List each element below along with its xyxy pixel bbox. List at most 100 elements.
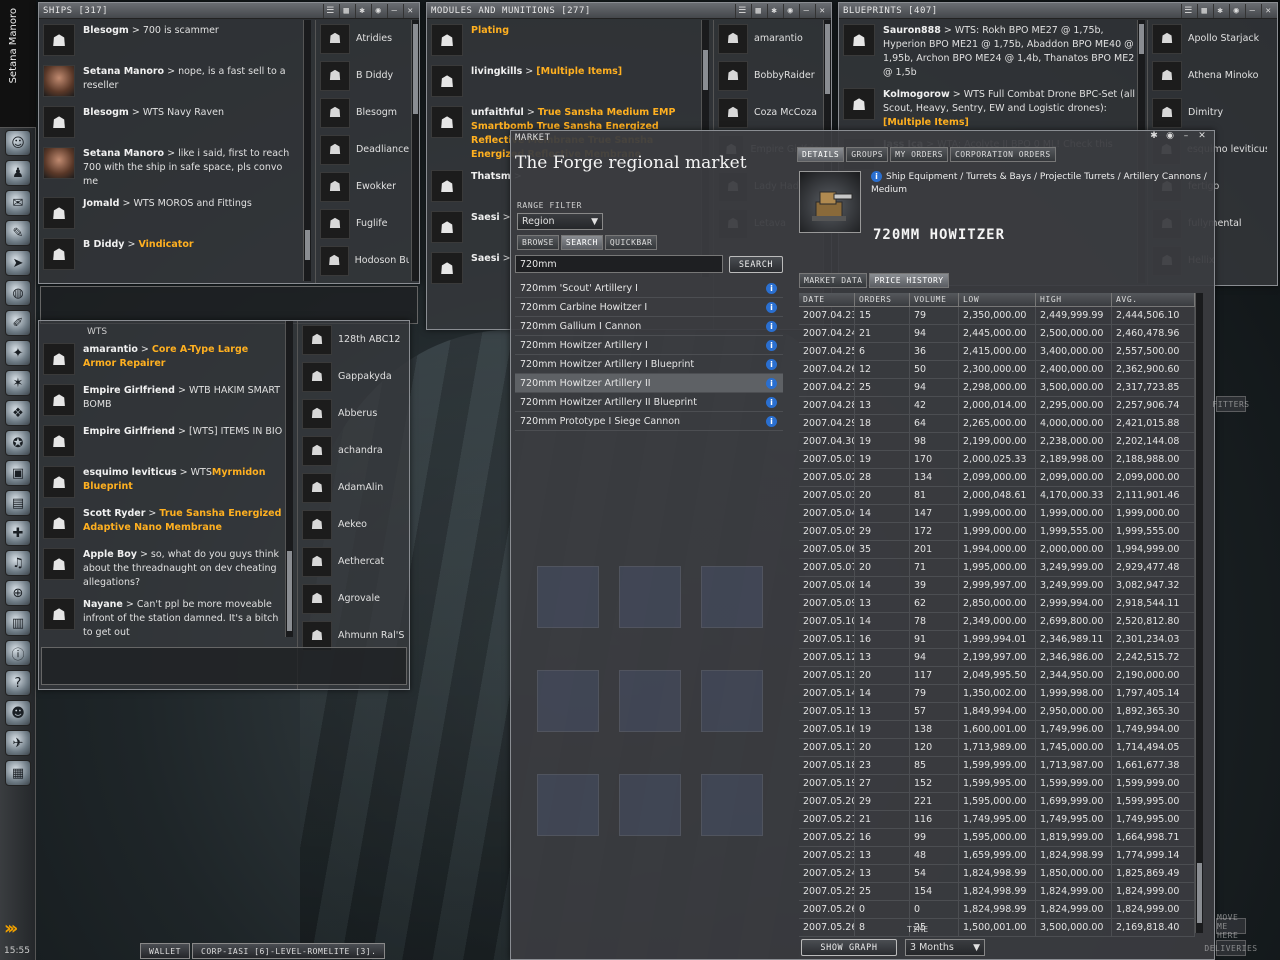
close-icon[interactable]: ✕ — [1261, 3, 1275, 18]
avatar[interactable] — [43, 65, 75, 97]
member-item[interactable]: ☗ 128th ABC12 — [298, 321, 407, 358]
member-item[interactable]: ☗ Ewokker — [316, 168, 409, 205]
character-sheet-icon[interactable]: ☺ — [5, 130, 31, 156]
message-author[interactable]: Blesogm — [83, 107, 129, 118]
tab-browse[interactable]: BROWSE — [517, 235, 559, 250]
avatar[interactable]: ☗ — [431, 252, 463, 284]
tab-search[interactable]: SEARCH — [560, 235, 603, 250]
minimize-icon[interactable]: – — [387, 3, 401, 18]
table-row[interactable]: 2007.04.30 19 98 2,199,000.00 2,238,000.00 2,… — [799, 433, 1195, 451]
search-result-item[interactable]: 720mm Carbine Howitzer I i — [515, 298, 783, 317]
member-item[interactable]: ☗ Dimitry — [1148, 94, 1267, 131]
tab-details[interactable]: DETAILS — [797, 147, 845, 162]
tab-market-data[interactable]: MARKET DATA — [799, 273, 868, 288]
market-search-button[interactable]: SEARCH — [729, 256, 783, 273]
table-row[interactable]: 2007.05.20 29 221 1,595,000.00 1,699,999.00 1… — [799, 793, 1195, 811]
table-row[interactable]: 2007.05.17 20 120 1,713,989.00 1,745,000.00 1… — [799, 739, 1195, 757]
search-result-item[interactable]: 720mm Howitzer Artillery I i — [515, 336, 783, 355]
table-row[interactable]: 2007.04.24 21 94 2,445,000.00 2,500,000.00 2,… — [799, 325, 1195, 343]
market-icon[interactable]: ⊕ — [5, 580, 31, 606]
map-icon[interactable]: ◍ — [5, 280, 31, 306]
table-row[interactable]: 2007.05.09 13 62 2,850,000.00 2,999,994.00 2,… — [799, 595, 1195, 613]
ships-titlebar[interactable]: SHIPS [317] ☰ ▦ ✱ ◉ – ✕ — [39, 3, 419, 19]
avatar[interactable]: ☗ — [431, 211, 463, 243]
price-history-scrollbar[interactable] — [1195, 293, 1203, 933]
wallet-icon[interactable]: ▥ — [5, 610, 31, 636]
fitters-button[interactable]: FITTERS — [1212, 396, 1249, 412]
info-icon[interactable]: i — [766, 396, 777, 408]
avatar[interactable]: ☗ — [43, 466, 75, 498]
table-row[interactable]: 2007.05.13 20 117 2,049,995.50 2,344,950.00 2… — [799, 667, 1195, 685]
table-row[interactable]: 2007.05.14 14 79 1,350,002.00 1,999,998.00 1,… — [799, 685, 1195, 703]
list-icon[interactable]: ☰ — [735, 3, 749, 18]
column-header-avg[interactable]: AVG. — [1112, 293, 1195, 307]
people-icon[interactable]: ♟ — [5, 160, 31, 186]
avatar[interactable]: ☗ — [43, 24, 75, 56]
table-row[interactable]: 2007.05.06 35 201 1,994,000.00 2,000,000.00 1… — [799, 541, 1195, 559]
table-row[interactable]: 2007.05.08 14 39 2,999,997.00 3,249,999.00 3,… — [799, 577, 1195, 595]
message-author[interactable]: unfaithful — [471, 107, 524, 118]
avatar[interactable]: ☗ — [43, 384, 75, 416]
show-graph-button[interactable]: SHOW GRAPH — [801, 939, 897, 956]
journal-icon[interactable]: ✐ — [5, 310, 31, 336]
member-item[interactable]: ☗ Fuglife — [316, 205, 409, 242]
avatar[interactable]: ☗ — [43, 343, 75, 375]
table-row[interactable]: 2007.05.11 16 91 1,999,994.01 2,346,989.11 2,… — [799, 631, 1195, 649]
search-result-item[interactable]: 720mm Howitzer Artillery II i — [515, 374, 783, 393]
column-header-high[interactable]: HIGH — [1036, 293, 1112, 307]
message-author[interactable]: Sauron888 — [883, 25, 941, 36]
message-author[interactable]: Setana Manoro — [83, 66, 164, 77]
skills-icon[interactable]: ❖ — [5, 400, 31, 426]
settings-icon[interactable]: ◉ — [1162, 131, 1178, 145]
table-row[interactable]: 2007.05.25 25 154 1,824,998.99 1,824,999.00 1… — [799, 883, 1195, 901]
message-author[interactable]: Nayane — [83, 599, 123, 610]
pin-icon[interactable]: ✱ — [355, 3, 369, 18]
search-result-item[interactable]: 720mm 'Scout' Artillery I i — [515, 279, 783, 298]
member-item[interactable]: ☗ Agrovale — [298, 580, 407, 617]
minimize-icon[interactable]: – — [1245, 3, 1259, 18]
help-question-icon[interactable]: ? — [5, 670, 31, 696]
info-icon[interactable]: i — [871, 171, 882, 182]
info-icon[interactable]: i — [766, 320, 777, 332]
table-row[interactable]: 2007.05.18 23 85 1,599,999.00 1,713,987.00 1,… — [799, 757, 1195, 775]
ship-icon[interactable]: ➤ — [5, 250, 31, 276]
grid-icon[interactable]: ▦ — [1197, 3, 1211, 18]
grid-icon[interactable]: ▦ — [339, 3, 353, 18]
member-item[interactable]: ☗ B Diddy — [316, 57, 409, 94]
table-row[interactable]: 2007.05.15 13 57 1,849,994.00 2,950,000.00 1,… — [799, 703, 1195, 721]
message-author[interactable]: Kolmogorow — [883, 89, 950, 100]
member-item[interactable]: ☗ Deadliance — [316, 131, 409, 168]
table-row[interactable]: 2007.04.26 12 50 2,300,000.00 2,400,000.00 2,… — [799, 361, 1195, 379]
info-icon[interactable]: i — [766, 339, 777, 351]
table-row[interactable]: 2007.05.04 14 147 1,999,000.00 1,999,000.00 1… — [799, 505, 1195, 523]
message-author[interactable]: Apple Boy — [83, 549, 137, 560]
ships-members-scrollbar[interactable] — [411, 20, 419, 281]
drones-icon[interactable]: ✈ — [5, 730, 31, 756]
table-row[interactable]: 2007.05.16 19 138 1,600,001.00 1,749,996.00 1… — [799, 721, 1195, 739]
member-item[interactable]: ☗ Apollo Starjack — [1148, 20, 1267, 57]
cargo-icon[interactable]: ▦ — [5, 760, 31, 786]
message-author[interactable]: Setana Manoro — [83, 148, 164, 159]
message-author[interactable]: Thatsm — [471, 171, 511, 182]
pin-icon[interactable]: ✱ — [767, 3, 781, 18]
avatar[interactable]: ☗ — [43, 507, 75, 539]
close-icon[interactable]: ✕ — [815, 3, 829, 18]
info-icon[interactable]: ⓘ — [5, 640, 31, 666]
tab-price-history[interactable]: PRICE HISTORY — [869, 273, 949, 288]
info-icon[interactable]: i — [766, 377, 777, 389]
range-filter-select[interactable]: Region ▼ — [517, 213, 603, 230]
column-header-volume[interactable]: VOLUME — [910, 293, 959, 307]
message-author[interactable]: Jomald — [83, 198, 119, 209]
search-result-item[interactable]: 720mm Howitzer Artillery I Blueprint i — [515, 355, 783, 374]
market-window[interactable]: MARKET ✱ ◉ – ✕ The Forge regional market… — [510, 130, 1215, 960]
table-row[interactable]: 2007.05.26 8 25 1,500,001.00 3,500,000.00 2,1… — [799, 919, 1195, 937]
science-icon[interactable]: ✶ — [5, 370, 31, 396]
character-portrait-button[interactable]: Setana Manoro — [0, 0, 36, 128]
market-search-input[interactable]: 720mm — [515, 255, 723, 273]
member-item[interactable]: ☗ Abberus — [298, 395, 407, 432]
notepad-icon[interactable]: ✎ — [5, 220, 31, 246]
expand-arrows-icon[interactable]: ››› — [4, 918, 18, 939]
item-link[interactable]: Plating — [471, 25, 509, 36]
avatar[interactable]: ☗ — [43, 425, 75, 457]
member-item[interactable]: ☗ Hodoson Bu — [316, 242, 409, 279]
